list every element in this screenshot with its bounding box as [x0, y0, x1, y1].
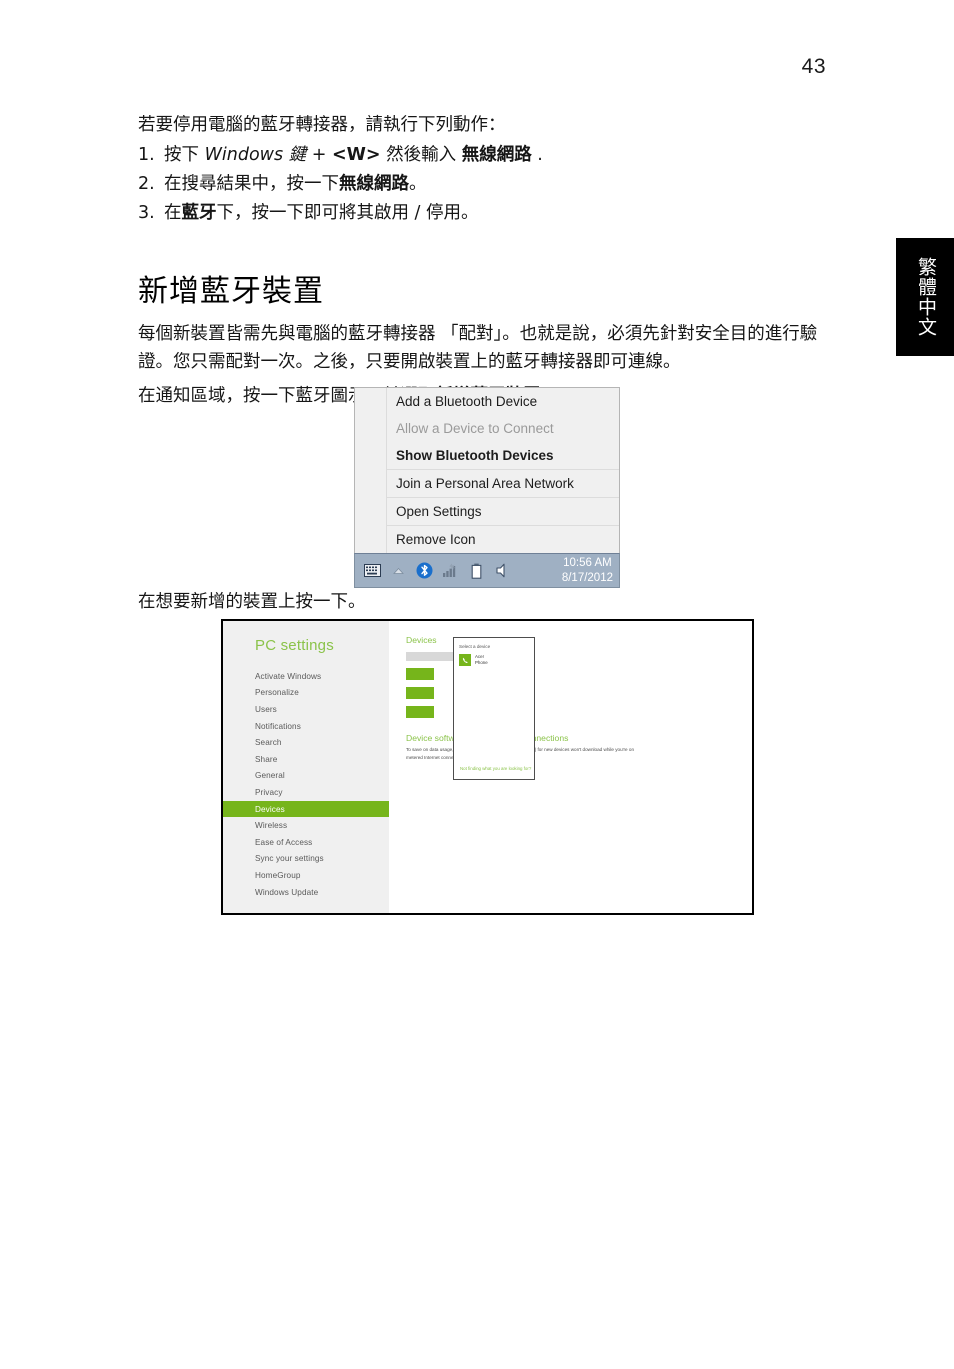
- sidebar-item-windows-update[interactable]: Windows Update: [223, 884, 389, 901]
- network-signal-icon[interactable]: [437, 558, 463, 584]
- select-device-flyout: Select a device Acer Phone Not finding w…: [453, 637, 535, 780]
- bluetooth-icon[interactable]: [411, 558, 437, 584]
- page-number: 43: [801, 55, 826, 78]
- taskbar-time: 10:56 AM: [563, 557, 612, 570]
- steps-list: 1. 按下 Windows 鍵 + <W> 然後輸入 無線網路 . 2. 在搜尋…: [138, 141, 838, 228]
- step-item-2: 2. 在搜尋結果中，按一下無線網路。: [138, 170, 838, 199]
- language-tab: 繁體中文: [896, 238, 954, 356]
- intro-line: 若要停用電腦的藍牙轉接器，請執行下列動作：: [138, 115, 506, 135]
- context-menu-items: Add a Bluetooth Device Allow a Device to…: [387, 388, 619, 553]
- sidebar-item-search[interactable]: Search: [223, 734, 389, 751]
- device-name: Acer: [475, 654, 485, 659]
- taskbar-clock[interactable]: 10:56 AM 8/17/2012: [562, 556, 619, 584]
- device-name-block: Acer Phone: [475, 654, 488, 667]
- show-hidden-icons-chevron-icon[interactable]: [385, 558, 411, 584]
- step-number-2: 2.: [138, 174, 155, 194]
- pc-settings-screenshot: PC settings Activate Windows Personalize…: [221, 619, 754, 915]
- device-type: Phone: [475, 660, 488, 666]
- menu-item-open-settings[interactable]: Open Settings: [387, 497, 619, 525]
- phone-icon: [459, 654, 471, 667]
- step-item-3: 3. 在藍牙下，按一下即可將其啟用 / 停用。: [138, 199, 838, 228]
- sidebar-item-general[interactable]: General: [223, 768, 389, 785]
- select-device-label: Select a device: [459, 644, 491, 649]
- sidebar-item-share[interactable]: Share: [223, 751, 389, 768]
- sidebar-item-activate-windows[interactable]: Activate Windows: [223, 668, 389, 685]
- taskbar-date: 8/17/2012: [561, 571, 613, 584]
- bluetooth-tray-menu-figure: Add a Bluetooth Device Allow a Device to…: [354, 387, 620, 588]
- menu-item-show-bluetooth-devices[interactable]: Show Bluetooth Devices: [387, 442, 619, 469]
- section-paragraph-1: 每個新裝置皆需先與電腦的藍牙轉接器 「配對」。也就是說，必須先針對安全目的進行驗…: [138, 323, 818, 373]
- sidebar-item-devices[interactable]: Devices: [223, 800, 389, 818]
- keyboard-icon[interactable]: [359, 558, 385, 584]
- step-text-1: 按下 Windows 鍵 + <W> 然後輸入 無線網路 .: [164, 145, 543, 166]
- windows-taskbar-tray: 10:56 AM 8/17/2012: [354, 553, 620, 588]
- pc-settings-main-panel: Devices Device software over metered con…: [389, 621, 752, 913]
- language-tab-label: 繁體中文: [914, 257, 937, 337]
- device-tile-3[interactable]: [406, 706, 434, 718]
- sidebar-item-personalize[interactable]: Personalize: [223, 685, 389, 702]
- step-number-3: 3.: [138, 202, 155, 223]
- sidebar-item-users[interactable]: Users: [223, 701, 389, 718]
- figure-caption: 在想要新增的裝置上按一下。: [138, 592, 366, 612]
- sidebar-item-sync-your-settings[interactable]: Sync your settings: [223, 851, 389, 868]
- volume-icon[interactable]: [489, 558, 515, 584]
- menu-item-remove-icon[interactable]: Remove Icon: [387, 525, 619, 553]
- context-menu-gutter: [355, 388, 387, 553]
- pc-settings-title: PC settings: [255, 637, 334, 654]
- add-device-button[interactable]: [406, 668, 434, 680]
- device-list-item-acer-phone[interactable]: Acer Phone: [459, 654, 529, 667]
- step-number-1: 1.: [138, 145, 155, 166]
- menu-item-join-personal-area-network[interactable]: Join a Personal Area Network: [387, 469, 619, 497]
- main-content: 若要停用電腦的藍牙轉接器，請執行下列動作： 1. 按下 Windows 鍵 + …: [138, 112, 838, 417]
- battery-icon[interactable]: [463, 558, 489, 584]
- step-text-2: 在搜尋結果中，按一下無線網路。: [164, 174, 427, 194]
- step-item-1: 1. 按下 Windows 鍵 + <W> 然後輸入 無線網路 .: [138, 141, 838, 170]
- device-tile-2[interactable]: [406, 687, 434, 699]
- sidebar-item-privacy[interactable]: Privacy: [223, 784, 389, 801]
- page-title: 新增藍牙裝置: [138, 273, 324, 309]
- sidebar-item-wireless[interactable]: Wireless: [223, 817, 389, 834]
- sidebar-item-ease-of-access[interactable]: Ease of Access: [223, 834, 389, 851]
- pc-settings-sidebar: PC settings Activate Windows Personalize…: [223, 621, 389, 913]
- step-text-3: 在藍牙下，按一下即可將其啟用 / 停用。: [164, 202, 479, 223]
- not-finding-link[interactable]: Not finding what you are looking for?: [460, 766, 531, 771]
- sidebar-item-notifications[interactable]: Notifications: [223, 718, 389, 735]
- bluetooth-context-menu: Add a Bluetooth Device Allow a Device to…: [354, 387, 620, 553]
- menu-item-add-bluetooth-device[interactable]: Add a Bluetooth Device: [387, 388, 619, 415]
- menu-item-allow-device-to-connect: Allow a Device to Connect: [396, 421, 554, 436]
- sidebar-item-homegroup[interactable]: HomeGroup: [223, 867, 389, 884]
